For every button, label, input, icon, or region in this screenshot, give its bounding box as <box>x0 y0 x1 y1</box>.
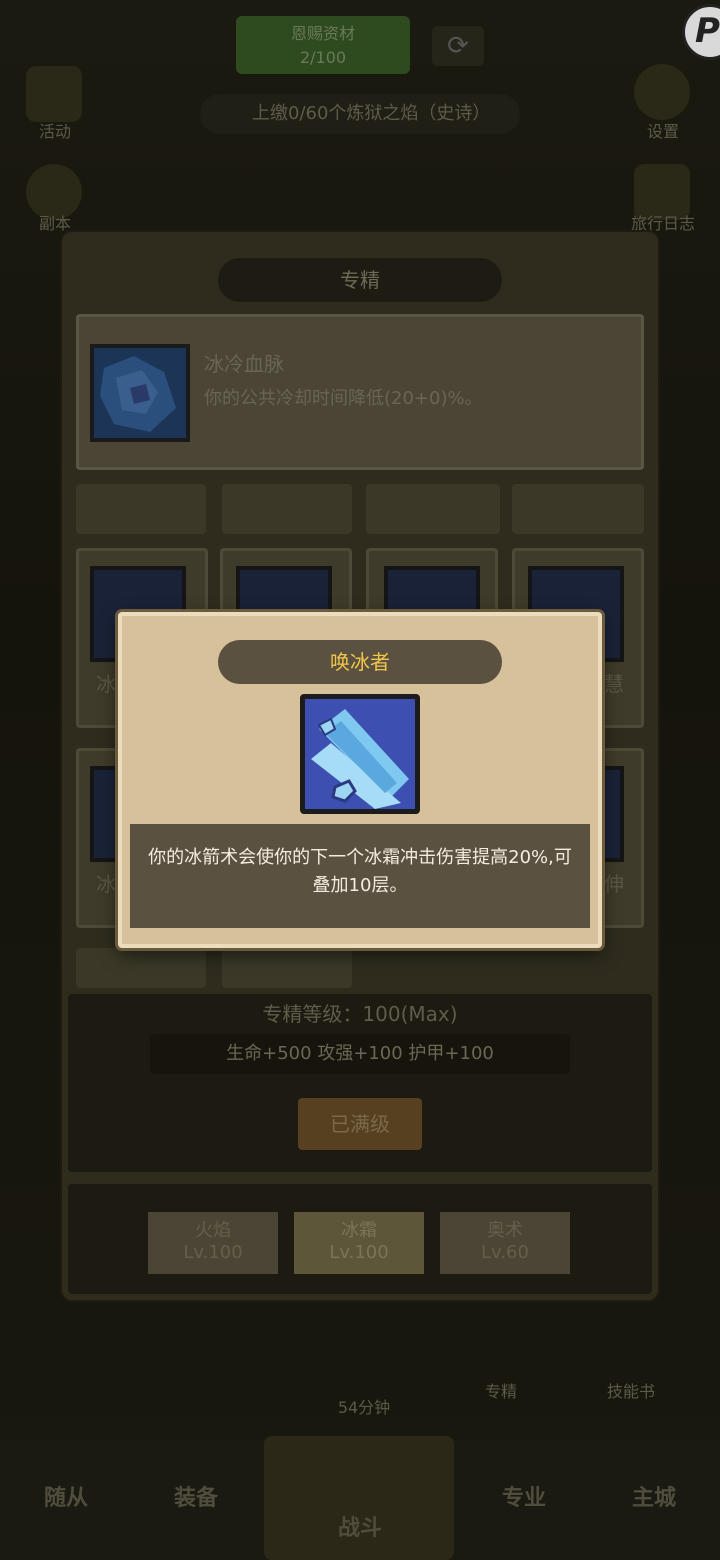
slot-header <box>222 484 352 534</box>
nav-equipment[interactable]: 装备 <box>136 1480 256 1512</box>
panel-title: 专精 <box>218 258 502 302</box>
tab-fire-name: 火焰 <box>195 1220 231 1241</box>
timer-label: 54分钟 <box>337 1398 391 1417</box>
top-resource-label: 恩赐资材 <box>290 24 355 43</box>
refresh-icon[interactable]: ⟳ <box>432 26 484 66</box>
modal-description: 你的冰箭术会使你的下一个冰霜冲击伤害提高20%,可叠加10层。 <box>148 847 572 896</box>
slot-header <box>366 484 500 534</box>
gift-icon[interactable] <box>26 66 82 122</box>
modal-title: 唤冰者 <box>218 640 502 684</box>
selected-spec-name: 冰冷血脉 <box>204 352 284 376</box>
nav-profession[interactable]: 专业 <box>464 1480 584 1512</box>
spec-level-text: 专精等级：100(Max) <box>262 1002 458 1026</box>
nav-main-city[interactable]: 主城 <box>594 1480 714 1512</box>
talent-tile-label: 冰 <box>96 872 116 896</box>
nav-battle[interactable]: 战斗 <box>300 1510 420 1542</box>
tab-fire-level: Lv.100 <box>183 1242 243 1263</box>
top-resource-counter[interactable]: 恩赐资材 2/100 <box>236 16 410 74</box>
ice-blood-icon <box>90 344 190 442</box>
side-label-settings[interactable]: 设置 <box>618 118 708 142</box>
side-label-activity[interactable]: 活动 <box>10 118 100 142</box>
tab-fire[interactable]: 火焰 Lv.100 <box>148 1212 278 1274</box>
tab-frost-level: Lv.100 <box>329 1242 389 1263</box>
tab-arcane[interactable]: 奥术 Lv.60 <box>440 1212 570 1274</box>
talent-tile-partial <box>76 948 206 988</box>
talent-tile-label: 冰 <box>96 672 116 696</box>
ice-lance-icon <box>300 694 420 814</box>
max-level-button[interactable]: 已满级 <box>298 1098 422 1150</box>
gear-icon[interactable] <box>634 64 690 120</box>
tab-frost[interactable]: 冰霜 Lv.100 <box>294 1212 424 1274</box>
spec-shortcut-label[interactable]: 专精 <box>456 1378 546 1402</box>
selected-spec-description: 你的公共冷却时间降低(20+0)%。 <box>204 388 483 409</box>
skillbook-shortcut-label[interactable]: 技能书 <box>586 1378 676 1402</box>
slot-header <box>512 484 644 534</box>
tab-arcane-level: Lv.60 <box>481 1242 529 1263</box>
side-label-dungeon[interactable]: 副本 <box>10 210 100 234</box>
top-resource-value: 2/100 <box>299 48 347 67</box>
slot-header <box>76 484 206 534</box>
spec-stats-bar: 生命+500 攻强+100 护甲+100 <box>150 1034 570 1074</box>
nav-followers[interactable]: 随从 <box>6 1480 126 1512</box>
quest-bar[interactable]: 上缴0/60个炼狱之焰（史诗） <box>200 94 520 134</box>
talent-tile-label: 伸 <box>604 872 624 896</box>
tab-arcane-name: 奥术 <box>487 1220 523 1241</box>
side-label-journal[interactable]: 旅行日志 <box>618 210 708 234</box>
talent-tile-partial <box>222 948 352 988</box>
tab-frost-name: 冰霜 <box>341 1220 377 1241</box>
talent-tile-label: 慧 <box>604 672 624 696</box>
